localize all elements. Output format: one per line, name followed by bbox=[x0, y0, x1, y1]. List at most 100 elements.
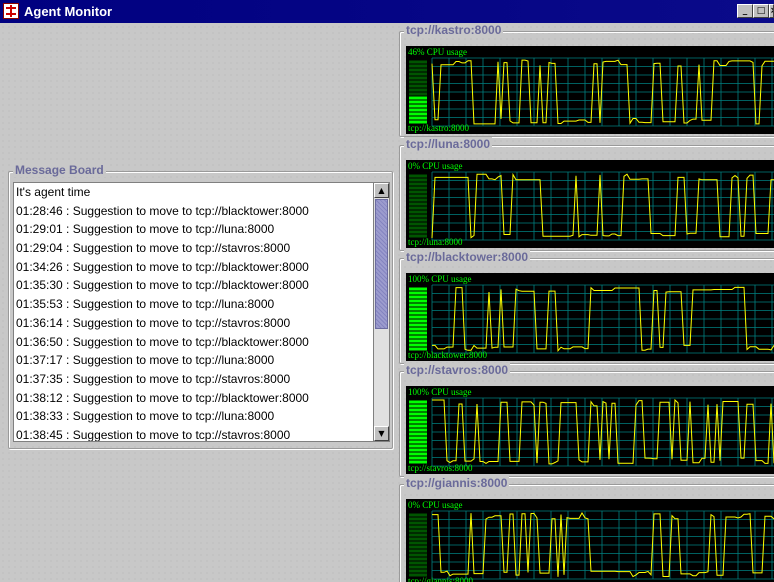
message-item[interactable]: 01:29:01 : Suggestion to move to tcp://l… bbox=[14, 220, 373, 239]
cpu-meter-segment bbox=[409, 186, 427, 190]
host-address-label: tcp://stavros:8000 bbox=[408, 463, 473, 473]
cpu-usage-label: 0% CPU usage bbox=[408, 500, 463, 510]
scroll-thumb[interactable] bbox=[375, 199, 388, 329]
message-item[interactable]: 01:37:35 : Suggestion to move to tcp://s… bbox=[14, 370, 373, 389]
cpu-meter-segment bbox=[409, 303, 427, 307]
cpu-meter-segment bbox=[409, 517, 427, 521]
cpu-monitor: 0% CPU usage tcp://luna:8000 bbox=[406, 160, 774, 248]
window-title: Agent Monitor bbox=[24, 4, 113, 19]
cpu-meter-segment bbox=[409, 444, 427, 448]
cpu-meter-segment bbox=[409, 569, 427, 573]
cpu-usage-label: 100% CPU usage bbox=[408, 387, 472, 397]
cpu-meter-segment bbox=[409, 565, 427, 569]
cpu-meter-segment bbox=[409, 295, 427, 299]
cpu-meter-segment bbox=[409, 178, 427, 182]
cpu-history-graph bbox=[409, 171, 774, 241]
cpu-meter-segment bbox=[409, 420, 427, 424]
cpu-meter-segment bbox=[409, 432, 427, 436]
cpu-meter-segment bbox=[409, 226, 427, 230]
cpu-meter-segment bbox=[409, 84, 427, 88]
cpu-meter-segment bbox=[409, 343, 427, 347]
cpu-meter-segment bbox=[409, 92, 427, 96]
cpu-meter-segment bbox=[409, 72, 427, 76]
cpu-meter-segment bbox=[409, 323, 427, 327]
message-item[interactable]: 01:36:14 : Suggestion to move to tcp://s… bbox=[14, 314, 373, 333]
cpu-meter-segment bbox=[409, 561, 427, 565]
host-address-label: tcp://giannis:8000 bbox=[408, 576, 473, 582]
cpu-meter-segment bbox=[409, 230, 427, 234]
cpu-meter-segment bbox=[409, 104, 427, 108]
app-icon bbox=[3, 3, 19, 19]
message-board-title: Message Board bbox=[13, 163, 106, 177]
cpu-meter-segment bbox=[409, 218, 427, 222]
message-item[interactable]: 01:35:30 : Suggestion to move to tcp://b… bbox=[14, 276, 373, 295]
message-item[interactable]: 01:36:50 : Suggestion to move to tcp://b… bbox=[14, 333, 373, 352]
cpu-meter-segment bbox=[409, 533, 427, 537]
cpu-meter-segment bbox=[409, 210, 427, 214]
host-address-label: tcp://blacktower:8000 bbox=[408, 350, 487, 360]
cpu-meter-segment bbox=[409, 335, 427, 339]
cpu-meter-segment bbox=[409, 222, 427, 226]
maximize-button[interactable]: □ bbox=[753, 4, 769, 18]
host-panel-luna: tcp://luna:8000 0% CPU usage tcp://luna:80… bbox=[399, 137, 774, 251]
cpu-monitor: 100% CPU usage tcp://stavros:8000 bbox=[406, 386, 774, 474]
scroll-up-button[interactable]: ▲ bbox=[374, 183, 389, 198]
host-address-label: tcp://kastro:8000 bbox=[408, 123, 469, 133]
cpu-meter-segment bbox=[409, 549, 427, 553]
close-button[interactable]: × bbox=[769, 4, 774, 18]
cpu-meter-segment bbox=[409, 327, 427, 331]
cpu-usage-label: 100% CPU usage bbox=[408, 274, 472, 284]
message-item[interactable]: 01:34:26 : Suggestion to move to tcp://b… bbox=[14, 258, 373, 277]
cpu-meter-segment bbox=[409, 214, 427, 218]
message-item[interactable]: 01:38:33 : Suggestion to move to tcp://l… bbox=[14, 407, 373, 426]
host-panel-blacktower: tcp://blacktower:8000 100% CPU usage tcp:/… bbox=[399, 250, 774, 364]
host-title: tcp://blacktower:8000 bbox=[404, 250, 531, 264]
cpu-meter-segment bbox=[409, 331, 427, 335]
cpu-meter-segment bbox=[409, 529, 427, 533]
cpu-meter-segment bbox=[409, 108, 427, 112]
cpu-meter-segment bbox=[409, 60, 427, 64]
message-item[interactable]: 01:38:12 : Suggestion to move to tcp://b… bbox=[14, 389, 373, 408]
cpu-usage-label: 46% CPU usage bbox=[408, 47, 467, 57]
title-bar: Agent Monitor _ □ × bbox=[0, 0, 774, 23]
message-item[interactable]: It's agent time bbox=[14, 183, 373, 202]
message-list-scrollbar[interactable]: ▲ ▼ bbox=[374, 182, 390, 442]
cpu-meter-segment bbox=[409, 68, 427, 72]
cpu-meter-segment bbox=[409, 182, 427, 186]
host-address-label: tcp://luna:8000 bbox=[408, 237, 463, 247]
cpu-meter-segment bbox=[409, 206, 427, 210]
cpu-meter-segment bbox=[409, 76, 427, 80]
cpu-meter-segment bbox=[409, 537, 427, 541]
cpu-meter-segment bbox=[409, 315, 427, 319]
message-item[interactable]: 01:37:17 : Suggestion to move to tcp://l… bbox=[14, 351, 373, 370]
cpu-meter-segment bbox=[409, 112, 427, 116]
host-title: tcp://giannis:8000 bbox=[404, 476, 510, 490]
cpu-meter-segment bbox=[409, 412, 427, 416]
cpu-meter-segment bbox=[409, 291, 427, 295]
cpu-meter-segment bbox=[409, 299, 427, 303]
cpu-meter-segment bbox=[409, 311, 427, 315]
scroll-down-button[interactable]: ▼ bbox=[374, 426, 389, 441]
message-item[interactable]: 01:38:45 : Suggestion to move to tcp://s… bbox=[14, 426, 373, 441]
cpu-history-graph bbox=[409, 57, 774, 127]
cpu-meter-segment bbox=[409, 436, 427, 440]
cpu-meter-segment bbox=[409, 404, 427, 408]
cpu-meter-segment bbox=[409, 287, 427, 291]
message-item[interactable]: 01:28:46 : Suggestion to move to tcp://b… bbox=[14, 202, 373, 221]
cpu-meter-segment bbox=[409, 456, 427, 460]
cpu-meter-segment bbox=[409, 408, 427, 412]
minimize-button[interactable]: _ bbox=[737, 4, 753, 18]
message-list[interactable]: It's agent time 01:28:46 : Suggestion to … bbox=[13, 182, 374, 442]
cpu-history-graph bbox=[409, 284, 774, 354]
cpu-meter-segment bbox=[409, 448, 427, 452]
host-title: tcp://kastro:8000 bbox=[404, 23, 504, 37]
cpu-monitor: 46% CPU usage tcp://kastro:8000 bbox=[406, 46, 774, 134]
cpu-meter-segment bbox=[409, 64, 427, 68]
message-item[interactable]: 01:35:53 : Suggestion to move to tcp://l… bbox=[14, 295, 373, 314]
cpu-meter-segment bbox=[409, 194, 427, 198]
host-panel-stavros: tcp://stavros:8000 100% CPU usage tcp://st… bbox=[399, 363, 774, 477]
cpu-history-graph bbox=[409, 397, 774, 467]
cpu-meter-segment bbox=[409, 521, 427, 525]
message-item[interactable]: 01:29:04 : Suggestion to move to tcp://s… bbox=[14, 239, 373, 258]
cpu-meter-segment bbox=[409, 541, 427, 545]
